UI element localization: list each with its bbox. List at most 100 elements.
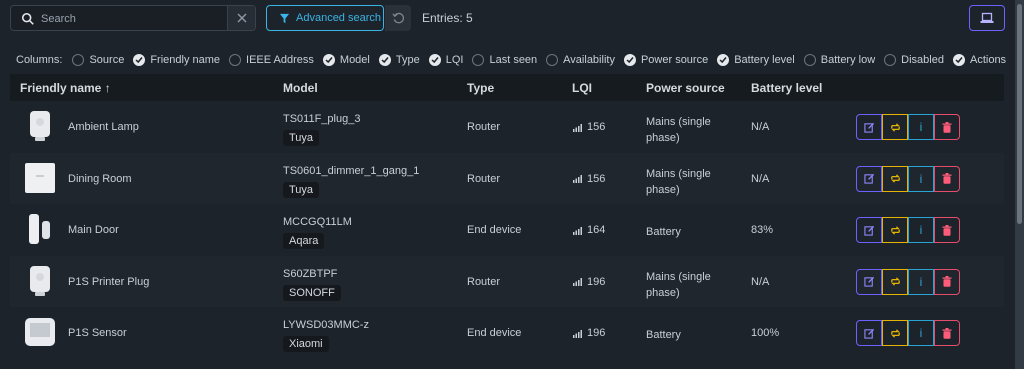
reconfigure-button[interactable] bbox=[882, 217, 908, 243]
swap-icon bbox=[890, 225, 900, 235]
model-id[interactable]: TS011F_plug_3 bbox=[283, 113, 360, 125]
edit-icon bbox=[863, 122, 874, 133]
checkbox[interactable] bbox=[133, 54, 146, 66]
checkbox[interactable] bbox=[229, 54, 242, 66]
info-button[interactable]: i bbox=[908, 217, 934, 243]
column-toggle[interactable]: Battery level bbox=[717, 54, 795, 66]
delete-button[interactable] bbox=[934, 114, 960, 140]
table-row[interactable]: Ambient Lamp TS011F_plug_3 Tuya Router 156 Ma… bbox=[10, 101, 1004, 152]
column-selector: Columns: Source Friendly name IEEE Address… bbox=[16, 52, 1015, 68]
rename-button[interactable] bbox=[856, 268, 882, 295]
row-actions: i bbox=[856, 165, 960, 192]
trash-icon bbox=[942, 224, 952, 236]
checkbox[interactable] bbox=[952, 54, 965, 66]
delete-button[interactable] bbox=[934, 268, 960, 295]
column-toggle[interactable]: Type bbox=[378, 54, 420, 66]
scrollbar[interactable] bbox=[1015, 0, 1024, 369]
power-source-line1: Mains (single bbox=[646, 116, 711, 128]
table-row[interactable]: P1S Sensor LYWSD03MMC-z Xiaomi End device 19… bbox=[10, 307, 1004, 358]
device-name[interactable]: P1S Printer Plug bbox=[68, 276, 149, 288]
swap-icon bbox=[890, 122, 900, 132]
lqi-cell: 164 bbox=[573, 224, 605, 236]
column-toggle[interactable]: IEEE Address bbox=[229, 54, 314, 66]
checkbox[interactable] bbox=[546, 54, 559, 66]
column-toggle[interactable]: Disabled bbox=[884, 54, 944, 66]
header-friendly-name[interactable]: Friendly name ↑ bbox=[20, 81, 111, 95]
info-button[interactable]: i bbox=[908, 268, 934, 295]
device-name[interactable]: Dining Room bbox=[68, 173, 132, 185]
reconfigure-button[interactable] bbox=[882, 268, 908, 295]
rename-button[interactable] bbox=[856, 165, 882, 192]
smart-plug-icon bbox=[22, 108, 58, 144]
column-toggle-label: Model bbox=[339, 54, 370, 66]
rename-button[interactable] bbox=[856, 114, 882, 140]
header-model[interactable]: Model bbox=[283, 81, 318, 95]
model-id[interactable]: LYWSD03MMC-z bbox=[283, 319, 369, 331]
clear-search-button[interactable] bbox=[227, 6, 255, 30]
checkbox[interactable] bbox=[378, 54, 391, 66]
checkbox[interactable] bbox=[72, 54, 85, 66]
close-icon bbox=[237, 13, 246, 23]
entries-count: Entries: 5 bbox=[422, 11, 473, 25]
vendor-badge: Aqara bbox=[283, 233, 325, 249]
signal-icon bbox=[573, 175, 582, 183]
column-toggle[interactable]: Source bbox=[72, 54, 124, 66]
column-toggle[interactable]: Last seen bbox=[472, 54, 537, 66]
signal-icon bbox=[573, 123, 582, 132]
reconfigure-button[interactable] bbox=[882, 165, 908, 192]
table-row[interactable]: P1S Printer Plug S60ZBTPF SONOFF Router 196 M… bbox=[10, 255, 1004, 307]
column-toggle[interactable]: LQI bbox=[428, 54, 463, 66]
info-button[interactable]: i bbox=[908, 165, 934, 192]
header-power-source[interactable]: Power source bbox=[646, 81, 725, 95]
column-toggle[interactable]: Availability bbox=[546, 54, 615, 66]
advanced-search-label: Advanced search bbox=[296, 12, 381, 24]
checkbox[interactable] bbox=[884, 54, 897, 66]
device-name[interactable]: Ambient Lamp bbox=[68, 121, 139, 133]
table-row[interactable]: Main Door MCCGQ11LM Aqara End device 164 Batt… bbox=[10, 204, 1004, 255]
lqi-value: 156 bbox=[587, 172, 606, 185]
edit-icon bbox=[863, 173, 874, 184]
column-toggle-label: Availability bbox=[563, 54, 615, 66]
device-name[interactable]: Main Door bbox=[68, 224, 119, 236]
vendor-badge: Tuya bbox=[283, 130, 320, 146]
model-id[interactable]: TS0601_dimmer_1_gang_1 bbox=[283, 165, 419, 177]
smart-plug-icon bbox=[22, 263, 58, 299]
header-type[interactable]: Type bbox=[467, 81, 494, 95]
table-row[interactable]: Dining Room TS0601_dimmer_1_gang_1 Tuya Rou… bbox=[10, 152, 1004, 204]
rename-button[interactable] bbox=[856, 320, 882, 346]
reset-button[interactable] bbox=[385, 5, 411, 31]
column-toggle[interactable]: Battery low bbox=[803, 54, 876, 66]
device-name[interactable]: P1S Sensor bbox=[68, 327, 127, 339]
search-input[interactable] bbox=[39, 9, 233, 29]
delete-button[interactable] bbox=[934, 320, 960, 346]
checkbox[interactable] bbox=[322, 54, 335, 66]
vendor-badge: Xiaomi bbox=[283, 336, 329, 352]
power-source-line1: Mains (single bbox=[646, 270, 711, 283]
rename-button[interactable] bbox=[856, 217, 882, 243]
info-button[interactable]: i bbox=[908, 114, 934, 140]
advanced-search-button[interactable]: Advanced search bbox=[266, 5, 384, 31]
column-toggle-label: Battery low bbox=[820, 54, 876, 66]
reconfigure-button[interactable] bbox=[882, 114, 908, 140]
checkbox[interactable] bbox=[428, 54, 441, 66]
checkbox[interactable] bbox=[472, 54, 485, 66]
checkbox[interactable] bbox=[717, 54, 730, 66]
scrollbar-thumb[interactable] bbox=[1017, 4, 1022, 224]
info-button[interactable]: i bbox=[908, 320, 934, 346]
column-toggle[interactable]: Actions bbox=[952, 54, 1006, 66]
model-id[interactable]: MCCGQ11LM bbox=[283, 216, 352, 228]
column-toggle[interactable]: Friendly name bbox=[133, 54, 220, 66]
header-battery-level[interactable]: Battery level bbox=[751, 81, 822, 95]
checkbox[interactable] bbox=[623, 54, 636, 66]
device-type: End device bbox=[467, 224, 522, 236]
column-toggle[interactable]: Power source bbox=[623, 54, 708, 66]
view-mode-button[interactable] bbox=[969, 5, 1005, 31]
reconfigure-button[interactable] bbox=[882, 320, 908, 346]
column-toggle[interactable]: Model bbox=[322, 54, 370, 66]
checkbox[interactable] bbox=[803, 54, 816, 66]
delete-button[interactable] bbox=[934, 165, 960, 192]
search-box[interactable] bbox=[10, 5, 256, 31]
model-id[interactable]: S60ZBTPF bbox=[283, 268, 341, 280]
header-lqi[interactable]: LQI bbox=[572, 81, 592, 95]
delete-button[interactable] bbox=[934, 217, 960, 243]
